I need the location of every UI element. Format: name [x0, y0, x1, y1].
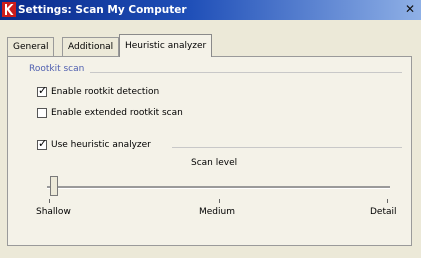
- use-heuristic-analyzer-checkbox[interactable]: ✓: [37, 137, 48, 150]
- tick-label-medium: Medium: [199, 207, 235, 217]
- enable-extended-rootkit-scan-checkbox[interactable]: [37, 108, 47, 118]
- group-divider: [90, 72, 402, 73]
- slider-tick-medium: [219, 199, 220, 203]
- rootkit-group-legend: Rootkit scan: [29, 64, 88, 74]
- close-button[interactable]: ✕: [403, 3, 417, 16]
- use-heuristic-analyzer-label: Use heuristic analyzer: [51, 140, 151, 150]
- enable-rootkit-detection-checkbox[interactable]: ✓: [37, 84, 48, 97]
- tick-label-shallow: Shallow: [36, 207, 71, 217]
- settings-window: Settings: Scan My Computer ✕ General Add…: [0, 0, 421, 258]
- checkmark-icon: ✓: [38, 137, 48, 150]
- scan-level-slider-track[interactable]: [47, 186, 390, 189]
- slider-tick-shallow: [49, 199, 50, 203]
- slider-tick-detail: [387, 199, 388, 203]
- tab-heuristic-analyzer[interactable]: Heuristic analyzer: [119, 34, 213, 57]
- enable-extended-rootkit-scan-label: Enable extended rootkit scan: [51, 108, 183, 118]
- tab-general[interactable]: General: [7, 37, 55, 56]
- tick-label-detail: Detail: [370, 207, 397, 217]
- heuristic-divider: [172, 147, 402, 148]
- enable-rootkit-detection-label: Enable rootkit detection: [51, 87, 160, 97]
- window-title: Settings: Scan My Computer: [18, 4, 187, 16]
- scan-level-slider-thumb[interactable]: [50, 176, 58, 196]
- checkmark-icon: ✓: [38, 84, 48, 97]
- app-icon: [2, 2, 16, 17]
- title-bar[interactable]: Settings: Scan My Computer ✕: [0, 0, 421, 20]
- scan-level-label: Scan level: [191, 158, 238, 168]
- tab-additional[interactable]: Additional: [62, 37, 120, 56]
